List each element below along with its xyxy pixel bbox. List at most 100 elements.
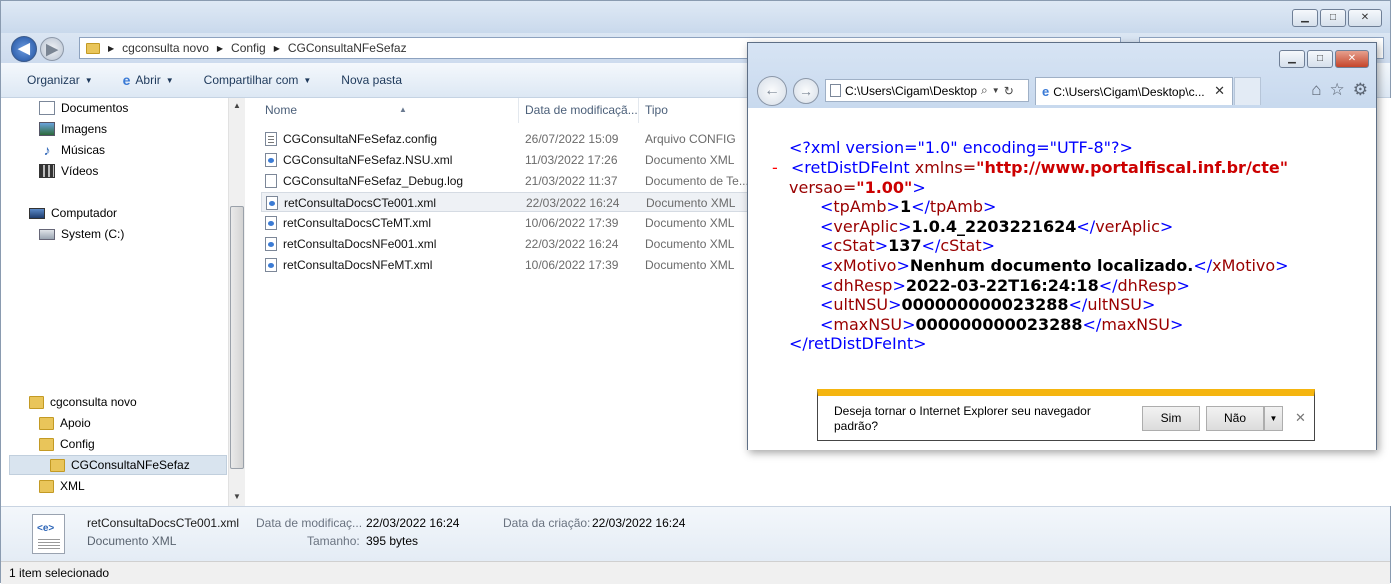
xml-value: 1 — [899, 197, 912, 216]
home-icon[interactable]: ⌂ — [1311, 80, 1321, 100]
nav-label: Documentos — [61, 101, 129, 115]
scroll-up-icon[interactable]: ▲ — [229, 98, 245, 114]
ie-back-button[interactable]: ← — [757, 76, 787, 106]
nav-label: System (C:) — [61, 227, 125, 241]
nav-item-apoio[interactable]: Apoio — [39, 413, 91, 433]
xml-element-xMotivo: <xMotivo>Nenhum documento localizado.</x… — [820, 256, 1289, 275]
close-tab-icon[interactable]: ✕ — [1214, 83, 1225, 99]
open-label: Abrir — [135, 73, 161, 87]
xml-attr-value: "1.00" — [856, 178, 913, 197]
folder-icon — [50, 458, 65, 472]
nav-item-computador[interactable]: Computador — [29, 203, 117, 223]
music-icon: ♪ — [43, 142, 51, 158]
folder-icon — [39, 437, 54, 451]
ie-maximize-button[interactable]: □ — [1307, 50, 1333, 68]
column-header-date[interactable]: Data de modificaçã... — [519, 98, 639, 123]
yes-button[interactable]: Sim — [1142, 406, 1200, 431]
no-button[interactable]: Não — [1206, 406, 1264, 431]
xml-attr-name: versao= — [789, 178, 857, 197]
forward-button[interactable]: ▶ — [40, 37, 64, 61]
xml-file-icon — [265, 153, 277, 167]
file-name: retConsultaDocsNFe001.xml — [283, 237, 437, 251]
gear-icon[interactable]: ⚙ — [1353, 80, 1368, 100]
xml-attr-name: xmlns= — [914, 158, 977, 177]
xml-element-maxNSU: <maxNSU>000000000023288</maxNSU> — [820, 315, 1184, 334]
xml-tag: verAplic — [1095, 217, 1160, 236]
xml-declaration: <?xml version="1.0" encoding="UTF-8"?> — [789, 138, 1133, 157]
search-icon[interactable]: ⌕ — [981, 83, 988, 98]
xml-tag: dhResp — [833, 276, 893, 295]
share-label: Compartilhar com — [203, 73, 299, 87]
scrollbar-thumb[interactable] — [230, 206, 244, 469]
organize-label: Organizar — [27, 73, 80, 87]
nav-item-config[interactable]: Config — [39, 434, 95, 454]
collapse-toggle[interactable]: - — [772, 158, 778, 177]
ie-chrome: ▁ □ ✕ ← → C:\Users\Cigam\Desktop ⌕ ▼ ↻ e… — [748, 43, 1376, 108]
nav-item-documentos[interactable]: Documentos — [39, 98, 128, 118]
file-name: retConsultaDocsCTeMT.xml — [283, 216, 432, 230]
breadcrumb-item[interactable]: cgconsulta novo — [122, 41, 209, 55]
status-text: 1 item selecionado — [9, 566, 110, 580]
file-date: 11/03/2022 17:26 — [525, 153, 618, 167]
organize-menu[interactable]: Organizar ▼ — [27, 73, 93, 87]
nav-scrollbar[interactable]: ▲ ▼ — [228, 98, 245, 506]
favorites-star-icon[interactable]: ☆ — [1330, 80, 1345, 100]
ie-tab[interactable]: e C:\Users\Cigam\Desktop\c... ✕ — [1035, 77, 1233, 105]
nav-label: Músicas — [61, 143, 106, 157]
file-date: 21/03/2022 11:37 — [525, 174, 618, 188]
column-header-name[interactable]: ▲ Nome — [259, 98, 519, 123]
xml-element-tpAmb: <tpAmb>1</tpAmb> — [820, 197, 997, 216]
xml-value: Nenhum documento localizado. — [909, 256, 1194, 275]
ie-logo-icon: e — [1042, 84, 1050, 99]
xml-element-dhResp: <dhResp>2022-03-22T16:24:18</dhResp> — [820, 276, 1190, 295]
column-header-type[interactable]: Tipo — [639, 98, 749, 123]
ie-close-button[interactable]: ✕ — [1335, 50, 1369, 68]
xml-tag: tpAmb — [929, 197, 983, 216]
nav-item-imagens[interactable]: Imagens — [39, 119, 107, 139]
ie-forward-button[interactable]: → — [793, 78, 819, 104]
minimize-button[interactable]: ▁ — [1292, 9, 1318, 27]
nav-item-videos[interactable]: Vídeos — [39, 161, 98, 181]
nav-item-musicas[interactable]: ♪ Músicas — [39, 140, 106, 160]
caret-down-icon: ▼ — [165, 75, 174, 85]
back-button[interactable]: ◀ — [11, 36, 37, 62]
nav-item-system-drive[interactable]: System (C:) — [39, 224, 124, 244]
xml-tag: maxNSU — [833, 315, 903, 334]
close-icon[interactable]: ✕ — [1295, 410, 1306, 426]
nav-item-xml[interactable]: XML — [39, 476, 85, 496]
xml-tag: cStat — [940, 236, 982, 255]
chevron-down-icon[interactable]: ▼ — [1264, 406, 1283, 431]
folder-icon — [39, 416, 54, 430]
new-folder-button[interactable]: Nova pasta — [341, 73, 402, 87]
refresh-icon[interactable]: ↻ — [1004, 84, 1014, 98]
xml-tag: xMotivo — [1212, 256, 1276, 275]
caret-down-icon: ▼ — [84, 75, 93, 85]
ie-address-bar[interactable]: C:\Users\Cigam\Desktop ⌕ ▼ ↻ — [825, 79, 1029, 102]
new-folder-label: Nova pasta — [341, 73, 402, 87]
details-created-value: 22/03/2022 16:24 — [592, 516, 686, 530]
ie-minimize-button[interactable]: ▁ — [1279, 50, 1305, 68]
pictures-icon — [39, 122, 55, 136]
nav-label: XML — [60, 479, 85, 493]
nav-item-cgconsulta[interactable]: cgconsulta novo — [29, 392, 137, 412]
chevron-right-icon: ▶ — [108, 43, 115, 53]
scroll-down-icon[interactable]: ▼ — [229, 489, 245, 505]
breadcrumb-item[interactable]: Config — [231, 41, 266, 55]
nav-label: Vídeos — [61, 164, 99, 178]
open-button[interactable]: e Abrir ▼ — [123, 72, 174, 88]
maximize-button[interactable]: □ — [1320, 9, 1346, 27]
file-name: CGConsultaNFeSefaz_Debug.log — [283, 174, 464, 188]
xml-file-icon — [265, 237, 277, 251]
xml-element-cStat: <cStat>137</cStat> — [820, 236, 996, 255]
share-menu[interactable]: Compartilhar com ▼ — [204, 73, 312, 87]
xml-value: 000000000023288 — [915, 315, 1083, 334]
new-tab-button[interactable] — [1234, 77, 1261, 105]
nav-item-cgconsultanfesefaz[interactable]: CGConsultaNFeSefaz — [9, 455, 227, 475]
drive-icon — [39, 228, 55, 240]
breadcrumb-item[interactable]: CGConsultaNFeSefaz — [288, 41, 407, 55]
xml-tag: xMotivo — [833, 256, 897, 275]
column-label: Nome — [265, 103, 298, 117]
dropdown-icon[interactable]: ▼ — [992, 86, 1000, 95]
close-button[interactable]: ✕ — [1348, 9, 1382, 27]
file-name: CGConsultaNFeSefaz.NSU.xml — [283, 153, 453, 167]
